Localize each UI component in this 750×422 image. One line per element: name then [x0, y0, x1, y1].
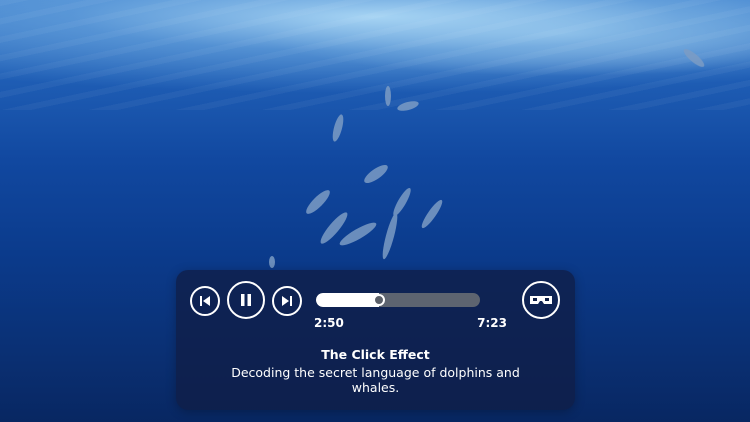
previous-button[interactable] — [190, 286, 220, 316]
progress-fill — [316, 293, 379, 307]
media-player-panel: 2:50 7:23 The Click Effect Decoding the … — [176, 270, 575, 410]
vr-headset-icon — [530, 296, 552, 304]
pause-button[interactable] — [227, 281, 265, 319]
video-description: Decoding the secret language of dolphins… — [231, 365, 520, 395]
pause-icon — [241, 294, 251, 306]
vr-mode-button[interactable] — [522, 281, 560, 319]
next-button[interactable] — [272, 286, 302, 316]
skip-previous-icon — [200, 296, 210, 306]
video-title: The Click Effect — [321, 347, 430, 362]
progress-scrubber-handle[interactable] — [373, 294, 385, 306]
skip-next-icon — [282, 296, 292, 306]
progress-track[interactable] — [316, 293, 480, 307]
total-duration: 7:23 — [477, 316, 507, 330]
current-time: 2:50 — [314, 316, 344, 330]
